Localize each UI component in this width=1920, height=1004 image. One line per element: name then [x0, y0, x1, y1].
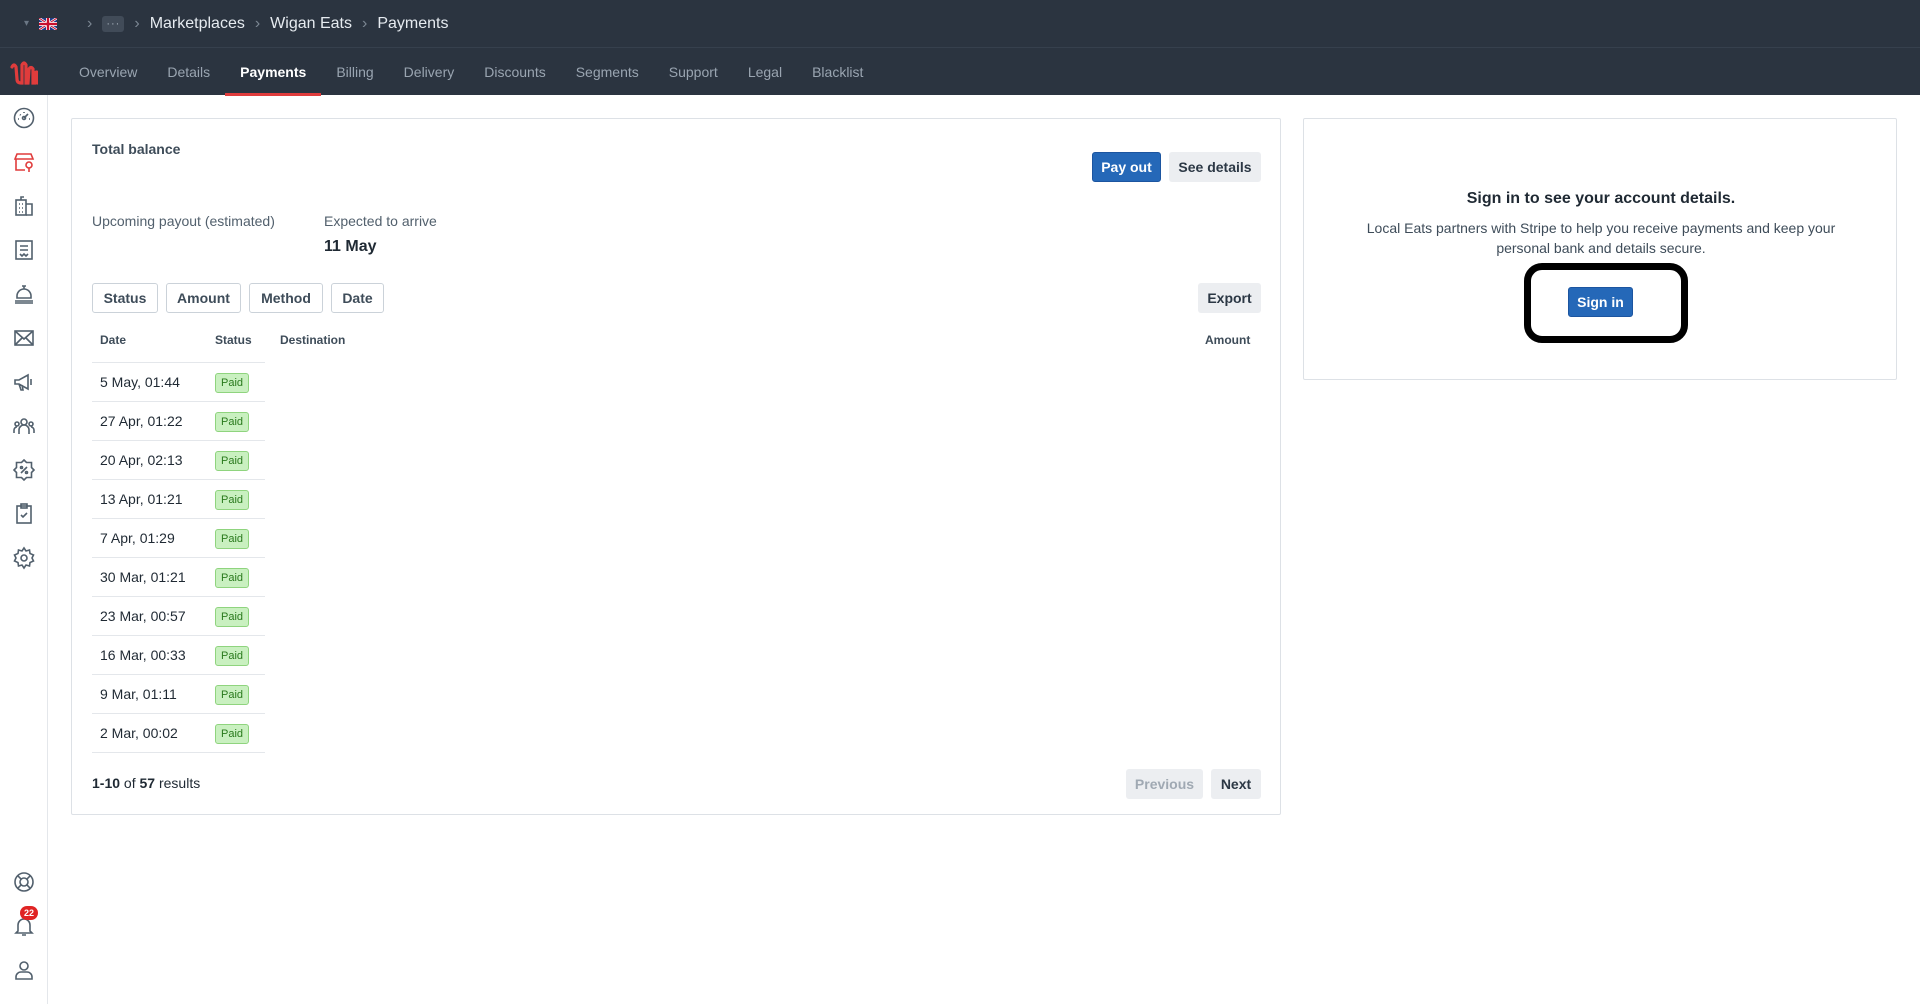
settings-icon[interactable] [12, 546, 36, 570]
dashboard-icon[interactable] [12, 106, 36, 130]
table-row[interactable]: 16 Mar, 00:33 Paid [92, 635, 265, 674]
next-page-button[interactable]: Next [1211, 769, 1261, 799]
pagination-of: of [123, 775, 136, 791]
tab-billing[interactable]: Billing [321, 48, 388, 96]
filter-date-button[interactable]: Date [331, 283, 384, 313]
tab-blacklist[interactable]: Blacklist [797, 48, 878, 96]
column-header-destination[interactable]: Destination [280, 333, 345, 347]
chevron-right-icon: › [134, 14, 140, 32]
row-date: 9 Mar, 01:11 [100, 686, 177, 702]
total-balance-label: Total balance [92, 141, 181, 157]
filter-amount-button[interactable]: Amount [166, 283, 241, 313]
chevron-right-icon: › [254, 14, 261, 32]
building-icon[interactable] [12, 194, 36, 218]
status-badge: Paid [215, 490, 250, 510]
tab-bar: Overview Details Payments Billing Delive… [0, 47, 1920, 96]
expected-arrival-label: Expected to arrive [324, 213, 437, 229]
tab-support[interactable]: Support [654, 48, 733, 96]
status-badge: Paid [215, 724, 250, 744]
stripe-card-description: Local Eats partners with Stripe to help … [1366, 220, 1836, 256]
sign-in-button[interactable]: Sign in [1568, 287, 1633, 317]
service-bell-icon[interactable] [12, 282, 36, 306]
stripe-card-title: Sign in to see your account details. [1466, 190, 1736, 207]
table-row[interactable]: 7 Apr, 01:29 Paid [92, 518, 265, 557]
tab-legal[interactable]: Legal [733, 48, 797, 96]
chevron-right-icon: › [87, 14, 93, 32]
tab-overview[interactable]: Overview [64, 48, 152, 96]
table-row[interactable]: 23 Mar, 00:57 Paid [92, 596, 265, 635]
top-header: ▾ › ··· › Marketplaces › Wigan Eats › Pa… [0, 0, 1920, 47]
row-date: 7 Apr, 01:29 [100, 530, 175, 546]
balance-card: Total balance Pay out See details Upcomi… [71, 118, 1281, 815]
status-badge: Paid [215, 373, 250, 393]
team-icon[interactable] [12, 414, 36, 438]
receipt-icon[interactable] [12, 238, 36, 262]
uk-flag-icon[interactable] [39, 17, 58, 30]
expected-arrival-value: 11 May [324, 238, 377, 255]
upcoming-payout-label: Upcoming payout (estimated) [92, 213, 275, 229]
breadcrumb-marketplaces[interactable]: Marketplaces [150, 15, 245, 33]
breadcrumb-wigan-eats[interactable]: Wigan Eats [270, 15, 352, 33]
tab-segments[interactable]: Segments [561, 48, 654, 96]
status-badge: Paid [215, 412, 250, 432]
tab-details[interactable]: Details [152, 48, 225, 96]
tab-delivery[interactable]: Delivery [389, 48, 470, 96]
column-header-amount[interactable]: Amount [1205, 333, 1250, 347]
status-badge: Paid [215, 685, 250, 705]
status-badge: Paid [215, 607, 250, 627]
user-profile-icon[interactable] [12, 958, 36, 982]
status-badge: Paid [215, 646, 250, 666]
app-logo-icon[interactable] [0, 48, 48, 96]
row-date: 2 Mar, 00:02 [100, 725, 178, 741]
pagination-results: results [158, 775, 201, 791]
row-date: 30 Mar, 01:21 [100, 569, 186, 585]
previous-page-button[interactable]: Previous [1126, 769, 1203, 799]
breadcrumb-payments: Payments [377, 14, 449, 32]
export-button[interactable]: Export [1198, 283, 1261, 313]
table-row[interactable]: 5 May, 01:44 Paid [92, 362, 265, 401]
table-row[interactable]: 13 Apr, 01:21 Paid [92, 479, 265, 518]
status-badge: Paid [215, 451, 250, 471]
row-date: 20 Apr, 02:13 [100, 452, 183, 468]
pagination-range: 1-10 [92, 775, 121, 791]
breadcrumb-more[interactable]: ··· [102, 15, 125, 32]
chevron-down-icon[interactable]: ▾ [24, 18, 29, 29]
filter-method-button[interactable]: Method [249, 283, 323, 313]
pagination-summary: 1-10 of 57 results [92, 775, 200, 791]
row-date: 5 May, 01:44 [100, 374, 180, 390]
stripe-account-card: Sign in to see your account details. Loc… [1303, 118, 1897, 380]
row-date: 16 Mar, 00:33 [100, 647, 186, 663]
table-row[interactable]: 20 Apr, 02:13 Paid [92, 440, 265, 479]
table-row[interactable]: 27 Apr, 01:22 Paid [92, 401, 265, 440]
column-header-status[interactable]: Status [215, 333, 252, 347]
sidebar: 22 [0, 95, 48, 1004]
tab-payments[interactable]: Payments [225, 48, 322, 96]
table-row[interactable]: 9 Mar, 01:11 Paid [92, 674, 265, 713]
column-header-date[interactable]: Date [100, 333, 126, 347]
filter-status-button[interactable]: Status [92, 283, 158, 313]
pagination-total: 57 [139, 775, 156, 791]
discount-badge-icon[interactable] [12, 458, 36, 482]
mail-icon[interactable] [12, 326, 36, 350]
notifications-bell-icon[interactable]: 22 [12, 906, 39, 938]
notification-count-badge: 22 [20, 906, 39, 920]
tab-discounts[interactable]: Discounts [469, 48, 560, 96]
clipboard-check-icon[interactable] [12, 502, 36, 526]
table-row[interactable]: 30 Mar, 01:21 Paid [92, 557, 265, 596]
table-row[interactable]: 2 Mar, 00:02 Paid [92, 713, 265, 752]
see-details-button[interactable]: See details [1169, 152, 1261, 182]
row-date: 13 Apr, 01:21 [100, 491, 183, 507]
table-bottom-divider [92, 752, 265, 753]
status-badge: Paid [215, 529, 250, 549]
row-date: 27 Apr, 01:22 [100, 413, 183, 429]
pay-out-button[interactable]: Pay out [1092, 152, 1161, 182]
help-lifebuoy-icon[interactable] [12, 870, 36, 894]
megaphone-icon[interactable] [12, 370, 36, 394]
row-date: 23 Mar, 00:57 [100, 608, 186, 624]
chevron-right-icon: › [361, 14, 368, 32]
store-location-icon[interactable] [12, 150, 36, 174]
status-badge: Paid [215, 568, 250, 588]
